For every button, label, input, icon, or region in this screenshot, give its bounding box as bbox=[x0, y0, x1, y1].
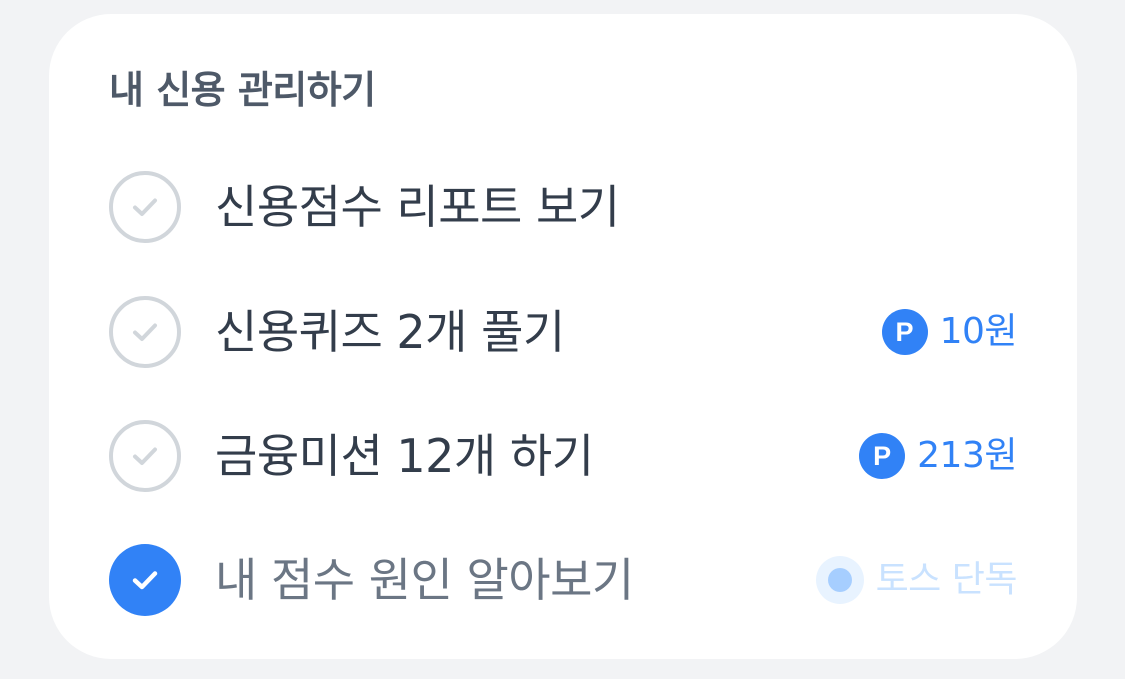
exclusive-tag: 토스 단독 bbox=[815, 556, 1018, 604]
card-title: 내 신용 관리하기 bbox=[109, 68, 376, 112]
unchecked-circle-icon bbox=[109, 171, 181, 243]
reward-amount: 10원 bbox=[939, 311, 1018, 352]
unchecked-circle-icon bbox=[109, 420, 181, 492]
reward-badge: P 10원 bbox=[881, 309, 1018, 355]
point-icon: P bbox=[881, 309, 928, 355]
checked-circle-icon bbox=[109, 544, 181, 616]
dot-icon bbox=[815, 556, 864, 604]
reward-amount: 213원 bbox=[917, 435, 1017, 476]
task-label: 내 점수 원인 알아보기 bbox=[215, 553, 634, 607]
credit-management-card: 내 신용 관리하기 신용점수 리포트 보기 신용퀴즈 2개 풀기 P 10원 금… bbox=[49, 14, 1077, 659]
exclusive-tag-label: 토스 단독 bbox=[875, 559, 1018, 600]
reward-badge: P 213원 bbox=[859, 433, 1017, 479]
task-row-credit-report[interactable]: 신용점수 리포트 보기 bbox=[109, 169, 1017, 245]
task-row-credit-quiz[interactable]: 신용퀴즈 2개 풀기 P 10원 bbox=[109, 294, 1018, 370]
task-row-finance-mission[interactable]: 금융미션 12개 하기 P 213원 bbox=[109, 418, 1017, 494]
task-row-score-cause[interactable]: 내 점수 원인 알아보기 토스 단독 bbox=[109, 542, 1018, 618]
point-icon: P bbox=[859, 433, 906, 479]
unchecked-circle-icon bbox=[109, 296, 181, 368]
task-label: 금융미션 12개 하기 bbox=[215, 429, 594, 483]
task-label: 신용퀴즈 2개 풀기 bbox=[215, 305, 565, 359]
task-label: 신용점수 리포트 보기 bbox=[215, 180, 620, 234]
